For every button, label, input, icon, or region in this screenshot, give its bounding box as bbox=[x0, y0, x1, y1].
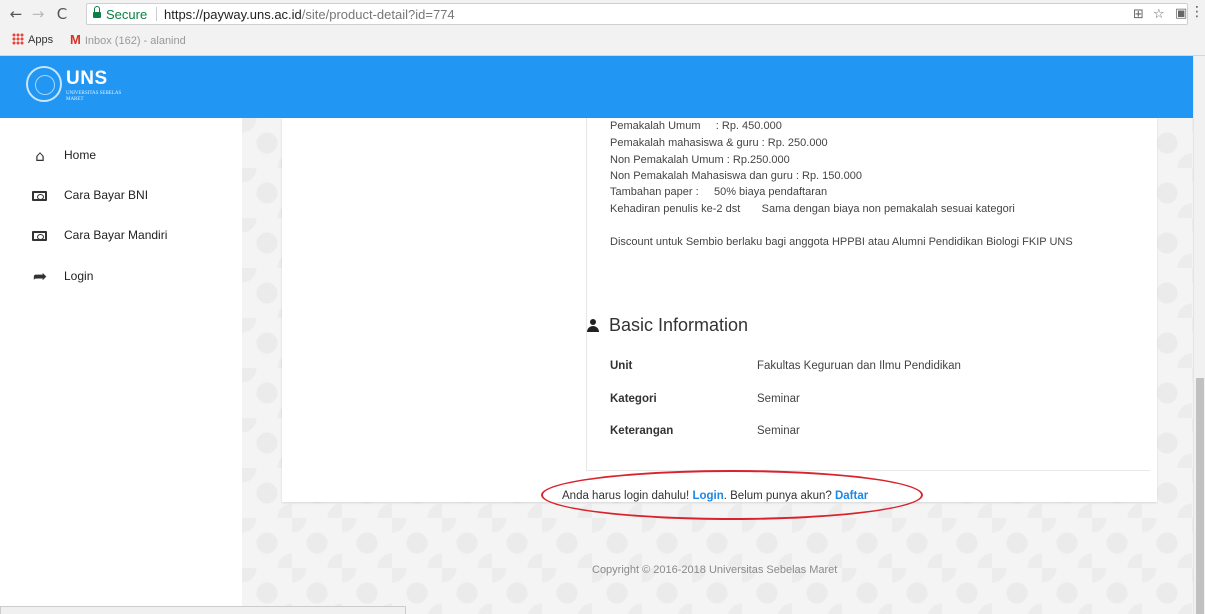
browser-menu-icon[interactable]: ⋮ bbox=[1190, 4, 1204, 20]
main-content: Pemakalah Umum : Rp. 450.000 Pemakalah m… bbox=[242, 118, 1193, 614]
sidebar-item-cara-bayar-bni[interactable]: Cara Bayar BNI bbox=[0, 176, 242, 216]
bookmark-apps-label: Apps bbox=[28, 34, 54, 46]
scrollbar-thumb[interactable] bbox=[1196, 378, 1204, 614]
uns-logo-emblem-icon[interactable] bbox=[26, 66, 62, 102]
price-line: Tambahan paper : 50% biaya pendaftaran bbox=[610, 186, 828, 198]
info-value-unit: Fakultas Keguruan dan Ilmu Pendidikan bbox=[757, 360, 961, 372]
logo-subtitle: UNIVERSITAS SEBELAS MARET bbox=[66, 91, 122, 102]
bookmark-apps[interactable]: Apps bbox=[12, 32, 53, 48]
person-icon bbox=[586, 319, 600, 333]
section-title-basic-information: Basic Information bbox=[609, 315, 749, 335]
price-line: Kehadiran penulis ke-2 dst Sama dengan b… bbox=[610, 203, 1015, 215]
forward-arrow-icon[interactable]: → bbox=[28, 4, 48, 24]
money-icon bbox=[32, 231, 47, 241]
url-host: https://payway.uns.ac.id bbox=[164, 7, 302, 22]
home-icon: ⌂ bbox=[35, 147, 45, 165]
product-detail-card: Pemakalah Umum : Rp. 450.000 Pemakalah m… bbox=[282, 118, 1157, 502]
lock-icon bbox=[93, 6, 101, 18]
bookmarks-bar: Apps M Inbox (162) - alanind bbox=[0, 28, 1205, 54]
url-path: /site/product-detail?id=774 bbox=[301, 7, 455, 22]
app-header: UNS UNIVERSITAS SEBELAS MARET bbox=[0, 56, 1205, 118]
status-bar bbox=[0, 606, 406, 614]
url-text[interactable]: https://payway.uns.ac.id/site/product-de… bbox=[164, 7, 455, 22]
logo-text[interactable]: UNS bbox=[66, 68, 108, 90]
reload-icon[interactable]: C bbox=[52, 4, 72, 24]
info-label-keterangan: Keterangan bbox=[610, 425, 674, 437]
sidebar-item-cara-bayar-mandiri[interactable]: Cara Bayar Mandiri bbox=[0, 216, 242, 256]
sidebar-nav: ⌂ Home Cara Bayar BNI Cara Bayar Mandiri… bbox=[0, 118, 242, 614]
price-line: Pemakalah mahasiswa & guru : Rp. 250.000 bbox=[610, 137, 828, 149]
gmail-icon: M bbox=[70, 32, 81, 47]
price-line: Pemakalah Umum : Rp. 450.000 bbox=[610, 120, 782, 132]
address-bar[interactable]: Secure https://payway.uns.ac.id/site/pro… bbox=[86, 3, 1188, 25]
apps-grid-icon bbox=[12, 33, 24, 45]
secure-label: Secure bbox=[106, 7, 148, 22]
price-line: Non Pemakalah Mahasiswa dan guru : Rp. 1… bbox=[610, 170, 862, 182]
sidebar-item-label: Login bbox=[64, 269, 94, 283]
browser-chrome: ← → C Secure https://payway.uns.ac.id/si… bbox=[0, 0, 1205, 56]
money-icon bbox=[32, 191, 47, 201]
address-separator bbox=[156, 7, 157, 21]
sidebar-item-label: Cara Bayar Mandiri bbox=[64, 228, 168, 242]
annotation-red-ellipse bbox=[541, 470, 923, 520]
page-scrollbar[interactable] bbox=[1193, 56, 1205, 614]
extension-icon[interactable]: ▣ bbox=[1175, 6, 1187, 21]
back-arrow-icon[interactable]: ← bbox=[6, 4, 26, 24]
sidebar-item-home[interactable]: ⌂ Home bbox=[0, 136, 242, 176]
card-column-divider bbox=[586, 118, 587, 470]
info-value-kategori: Seminar bbox=[757, 393, 800, 405]
translate-icon[interactable]: ⊞ bbox=[1133, 7, 1144, 22]
bookmark-gmail[interactable]: M Inbox (162) - alanind bbox=[70, 32, 186, 48]
info-value-keterangan: Seminar bbox=[757, 425, 800, 437]
info-label-kategori: Kategori bbox=[610, 393, 657, 405]
share-arrow-icon: ➦ bbox=[32, 267, 48, 287]
sidebar-item-login[interactable]: ➦ Login bbox=[0, 257, 242, 297]
bookmark-gmail-label: Inbox (162) - alanind bbox=[84, 35, 186, 47]
footer-copyright: Copyright © 2016-2018 Universitas Sebela… bbox=[592, 564, 838, 576]
info-label-unit: Unit bbox=[610, 360, 633, 372]
sidebar-item-label: Cara Bayar BNI bbox=[64, 188, 149, 202]
sidebar-item-label: Home bbox=[64, 148, 97, 162]
discount-note: Discount untuk Sembio berlaku bagi anggo… bbox=[610, 236, 1073, 248]
price-line: Non Pemakalah Umum : Rp.250.000 bbox=[610, 154, 790, 166]
bookmark-star-icon[interactable]: ☆ bbox=[1153, 7, 1165, 22]
